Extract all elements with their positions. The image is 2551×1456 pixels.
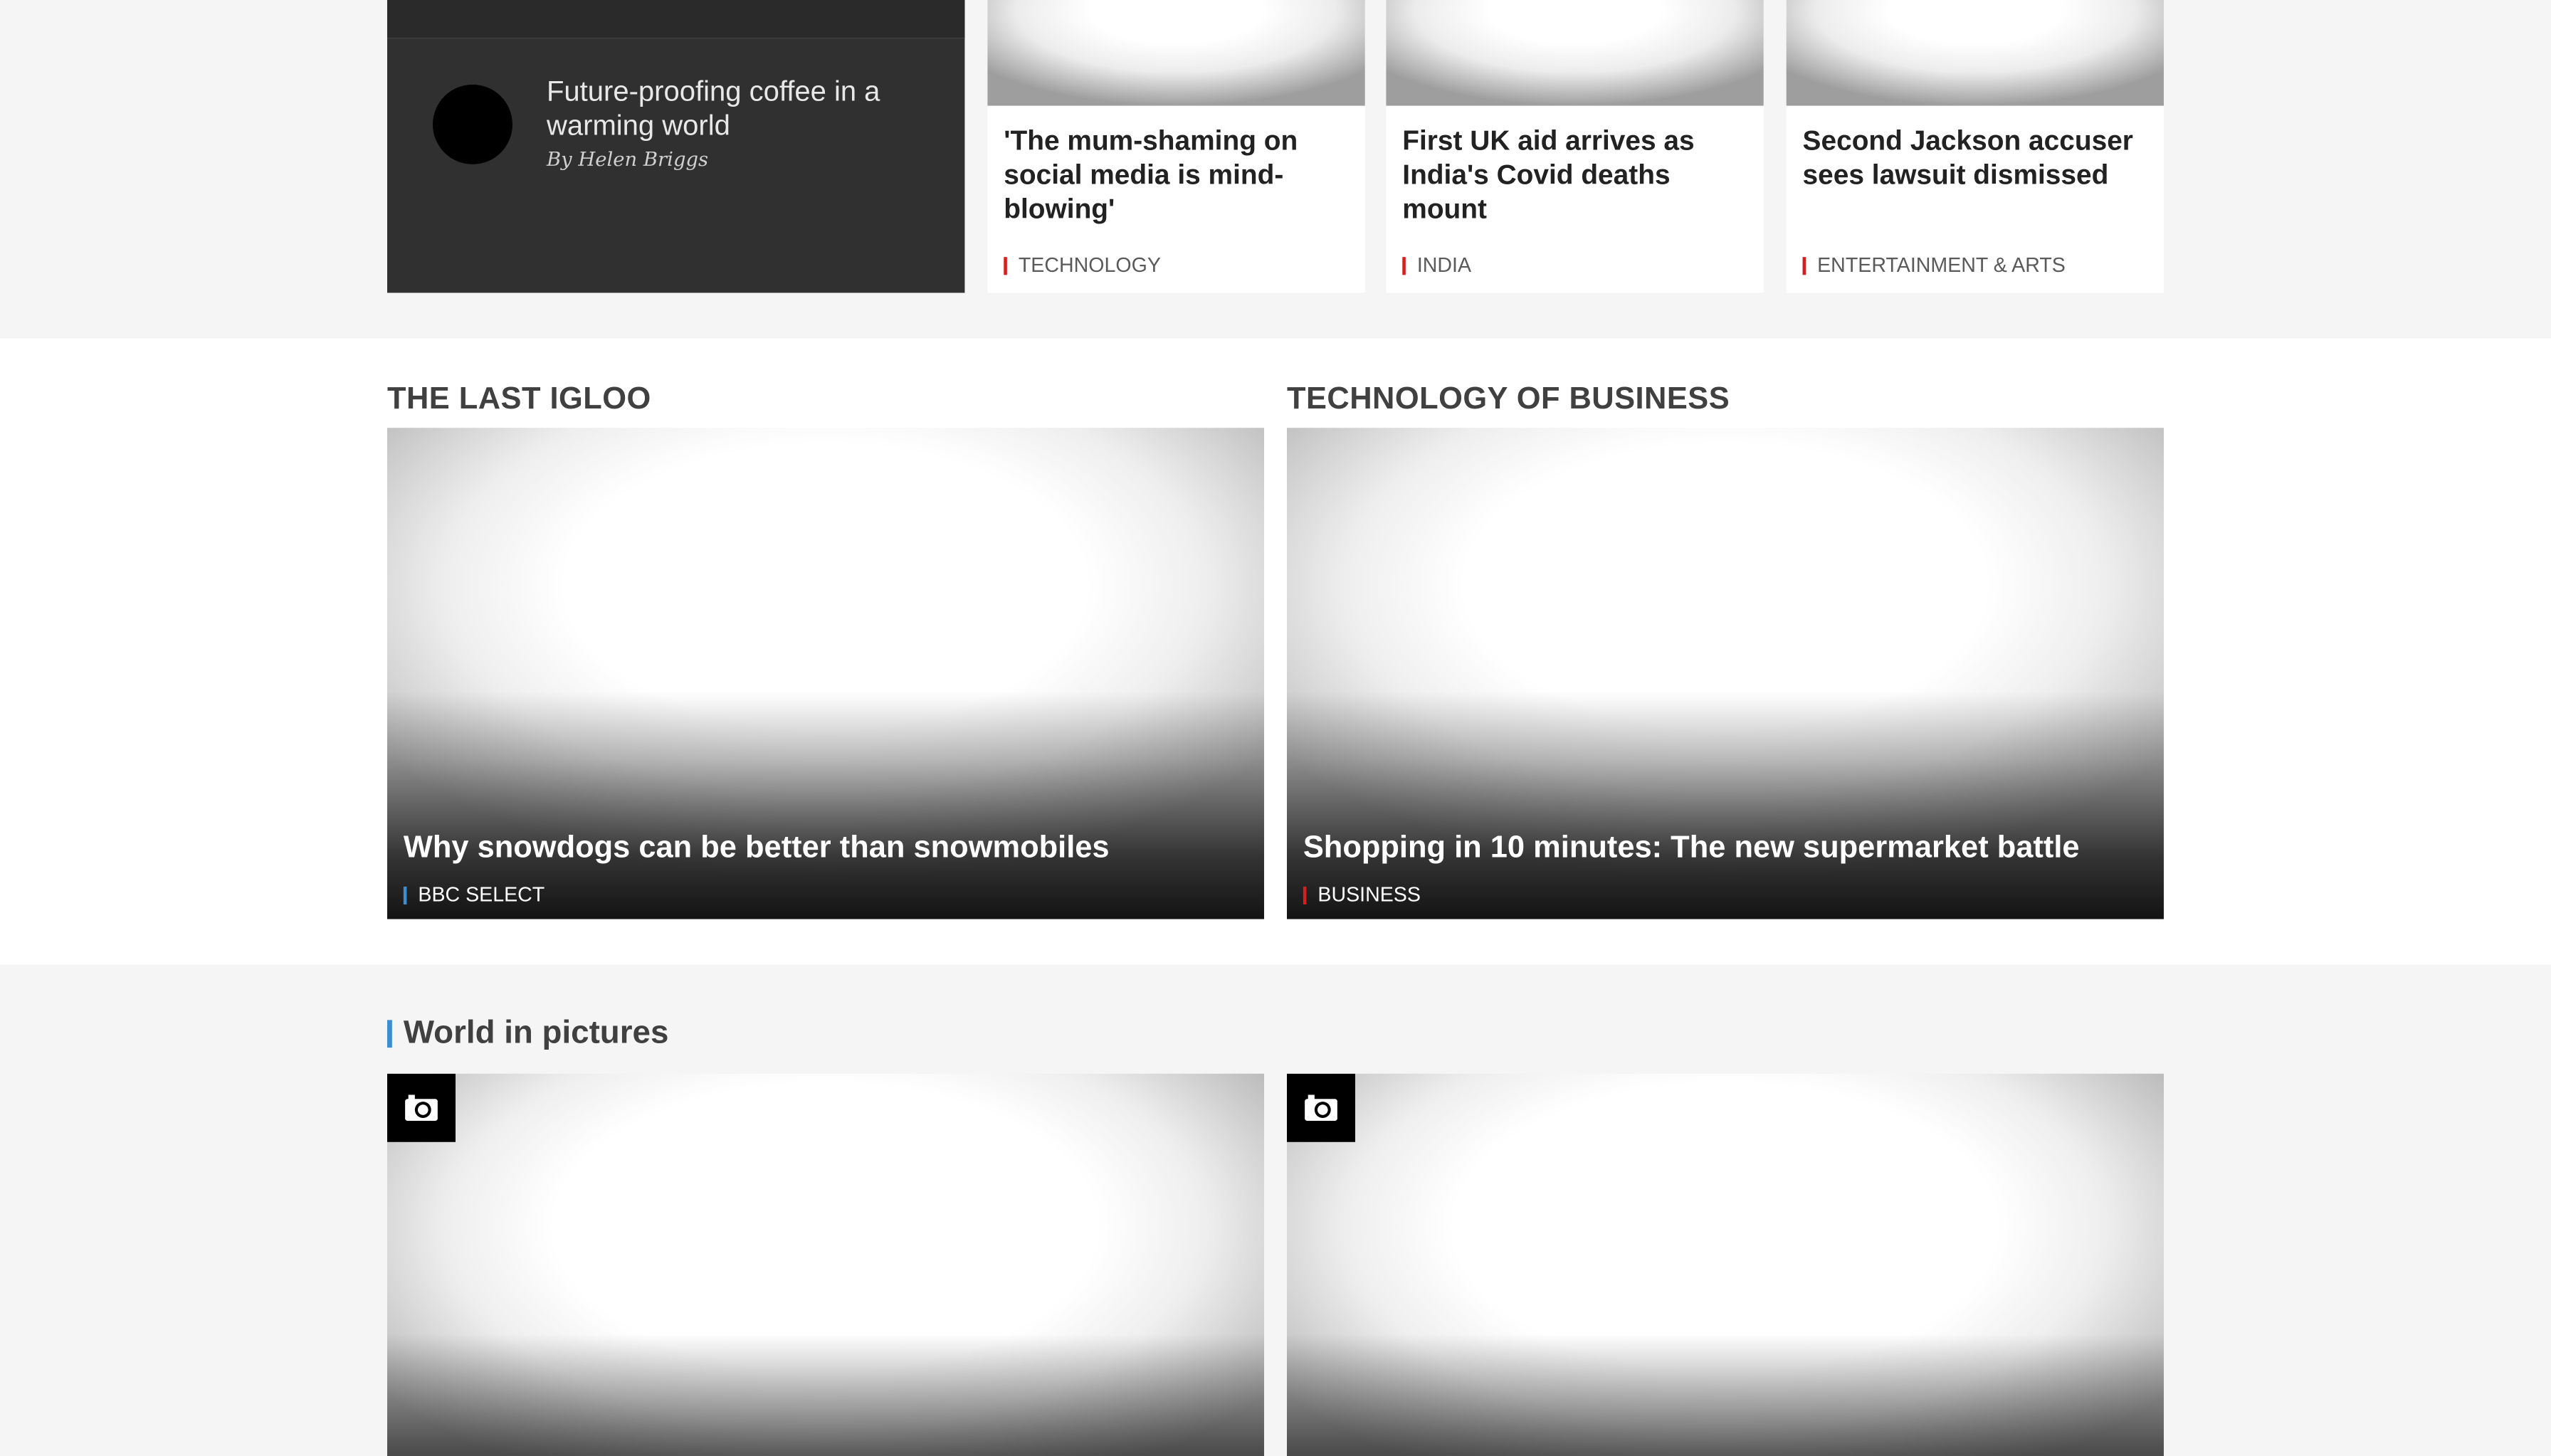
story-card[interactable]: Second Jackson accuser sees lawsuit dism… (1786, 0, 2164, 293)
story-title[interactable]: 'The mum-shaming on social media is mind… (1004, 124, 1352, 226)
story-title[interactable]: Second Jackson accuser sees lawsuit dism… (1803, 124, 2151, 192)
photo-gradient-overlay (386, 1334, 1264, 1456)
section-title-technology-of-business[interactable]: TECHNOLOGY OF BUSINESS (1287, 382, 1730, 418)
story-tag[interactable]: INDIA (1402, 255, 1471, 277)
feature-tag[interactable]: BBC SELECT (403, 884, 545, 907)
featured-byline: By Helen Briggs (546, 148, 709, 172)
story-tag[interactable]: TECHNOLOGY (1004, 255, 1161, 277)
feature-card[interactable]: Shopping in 10 minutes: The new supermar… (1286, 428, 2164, 919)
camera-icon (386, 1073, 456, 1142)
story-title[interactable]: First UK aid arrives as India's Covid de… (1402, 124, 1750, 226)
page: Future-proofing coffee in a warming worl… (0, 0, 2551, 1456)
story-thumbnail[interactable] (987, 0, 1365, 106)
story-card[interactable]: First UK aid arrives as India's Covid de… (1386, 0, 1764, 293)
story-card[interactable]: 'The mum-shaming on social media is mind… (987, 0, 1365, 293)
photo-card[interactable] (1286, 1073, 2164, 1456)
story-tag[interactable]: ENTERTAINMENT & ARTS (1802, 255, 2066, 277)
camera-icon (1286, 1073, 1355, 1142)
featured-headline[interactable]: Future-proofing coffee in a warming worl… (547, 75, 929, 143)
story-thumbnail[interactable] (1386, 0, 1764, 106)
author-avatar (432, 84, 512, 164)
story-thumbnail[interactable] (1786, 0, 2164, 106)
feature-title[interactable]: Shopping in 10 minutes: The new supermar… (1303, 831, 2080, 867)
section-title-last-igloo[interactable]: THE LAST IGLOO (387, 382, 651, 418)
world-in-pictures-title[interactable]: World in pictures (386, 1015, 668, 1053)
feature-card[interactable]: Why snowdogs can be better than snowmobi… (386, 428, 1264, 919)
featured-story-card[interactable]: Future-proofing coffee in a warming worl… (386, 0, 965, 293)
photo-gradient-overlay (1286, 1334, 2164, 1456)
features-band (0, 338, 2551, 965)
feature-title[interactable]: Why snowdogs can be better than snowmobi… (404, 831, 1110, 867)
featured-card-top-strip (386, 0, 965, 39)
feature-tag[interactable]: BUSINESS (1303, 884, 1421, 907)
photo-card[interactable] (386, 1073, 1264, 1456)
